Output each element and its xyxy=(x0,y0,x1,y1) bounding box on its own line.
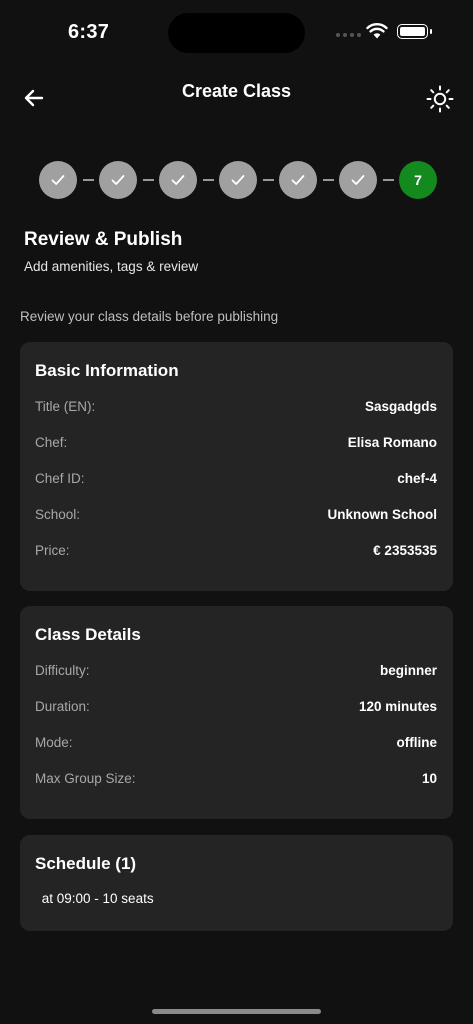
nav-bar: Create Class xyxy=(0,70,473,120)
detail-row-duration: Duration: 120 minutes xyxy=(35,696,437,716)
review-instructions: Review your class details before publish… xyxy=(20,309,279,324)
checkmark-icon xyxy=(291,175,305,185)
row-value: Elisa Romano xyxy=(347,434,437,450)
step-1-completed[interactable] xyxy=(39,161,77,199)
row-label: Title (EN): xyxy=(35,398,96,414)
detail-row-difficulty: Difficulty: beginner xyxy=(35,660,437,680)
info-row-chef-id: Chef ID: chef-4 xyxy=(35,468,437,488)
step-7-current[interactable]: 7 xyxy=(399,161,437,199)
status-time: 6:37 xyxy=(68,21,110,43)
row-value: beginner xyxy=(379,662,437,678)
checkmark-icon xyxy=(171,175,185,185)
battery-icon xyxy=(397,24,432,39)
row-label: Mode: xyxy=(35,734,73,750)
schedule-card: Schedule (1) at 09:00 - 10 seats xyxy=(20,835,453,931)
step-connector xyxy=(202,179,214,181)
section-title: Review & Publish xyxy=(24,229,183,250)
card-title: Basic Information xyxy=(35,361,179,380)
info-row-chef: Chef: Elisa Romano xyxy=(35,432,437,452)
info-row-school: School: Unknown School xyxy=(35,504,437,524)
step-6-completed[interactable] xyxy=(339,161,377,199)
step-4-completed[interactable] xyxy=(219,161,257,199)
checkmark-icon xyxy=(111,175,125,185)
detail-row-max-group-size: Max Group Size: 10 xyxy=(35,768,437,788)
progress-stepper: 7 xyxy=(39,161,437,199)
wifi-icon xyxy=(366,23,388,39)
checkmark-icon xyxy=(351,175,365,185)
home-indicator[interactable] xyxy=(152,1009,321,1014)
step-connector xyxy=(82,179,94,181)
row-label: School: xyxy=(35,506,81,522)
checkmark-icon xyxy=(231,175,245,185)
row-value: chef-4 xyxy=(397,470,437,486)
page-title: Create Class xyxy=(181,81,292,101)
sun-icon[interactable] xyxy=(425,84,455,114)
card-title: Schedule (1) xyxy=(35,854,137,873)
row-value: Sasgadgds xyxy=(364,398,437,414)
row-value: offline xyxy=(396,734,438,750)
schedule-item: at 09:00 - 10 seats xyxy=(38,891,154,906)
step-connector xyxy=(262,179,274,181)
step-2-completed[interactable] xyxy=(99,161,137,199)
step-connector xyxy=(322,179,334,181)
step-connector xyxy=(142,179,154,181)
row-label: Max Group Size: xyxy=(35,770,136,786)
row-value: € 2353535 xyxy=(373,542,437,558)
dynamic-island xyxy=(168,13,305,53)
step-5-completed[interactable] xyxy=(279,161,317,199)
row-value: Unknown School xyxy=(327,506,438,522)
class-details-card: Class Details Difficulty: beginner Durat… xyxy=(20,606,453,819)
info-row-price: Price: € 2353535 xyxy=(35,540,437,560)
row-label: Duration: xyxy=(35,698,90,714)
status-bar: 6:37 xyxy=(0,0,473,60)
basic-information-card: Basic Information Title (EN): Sasgadgds … xyxy=(20,342,453,591)
detail-row-mode: Mode: offline xyxy=(35,732,437,752)
section-subtitle: Add amenities, tags & review xyxy=(24,259,199,274)
row-label: Difficulty: xyxy=(35,662,90,678)
card-title: Class Details xyxy=(35,625,141,644)
info-row-title: Title (EN): Sasgadgds xyxy=(35,396,437,416)
row-label: Price: xyxy=(35,542,70,558)
step-connector xyxy=(382,179,394,181)
checkmark-icon xyxy=(51,175,65,185)
row-label: Chef: xyxy=(35,434,68,450)
step-3-completed[interactable] xyxy=(159,161,197,199)
row-value: 10 xyxy=(421,770,437,786)
cellular-signal-icon xyxy=(336,33,361,37)
row-label: Chef ID: xyxy=(35,470,85,486)
row-value: 120 minutes xyxy=(358,698,437,714)
